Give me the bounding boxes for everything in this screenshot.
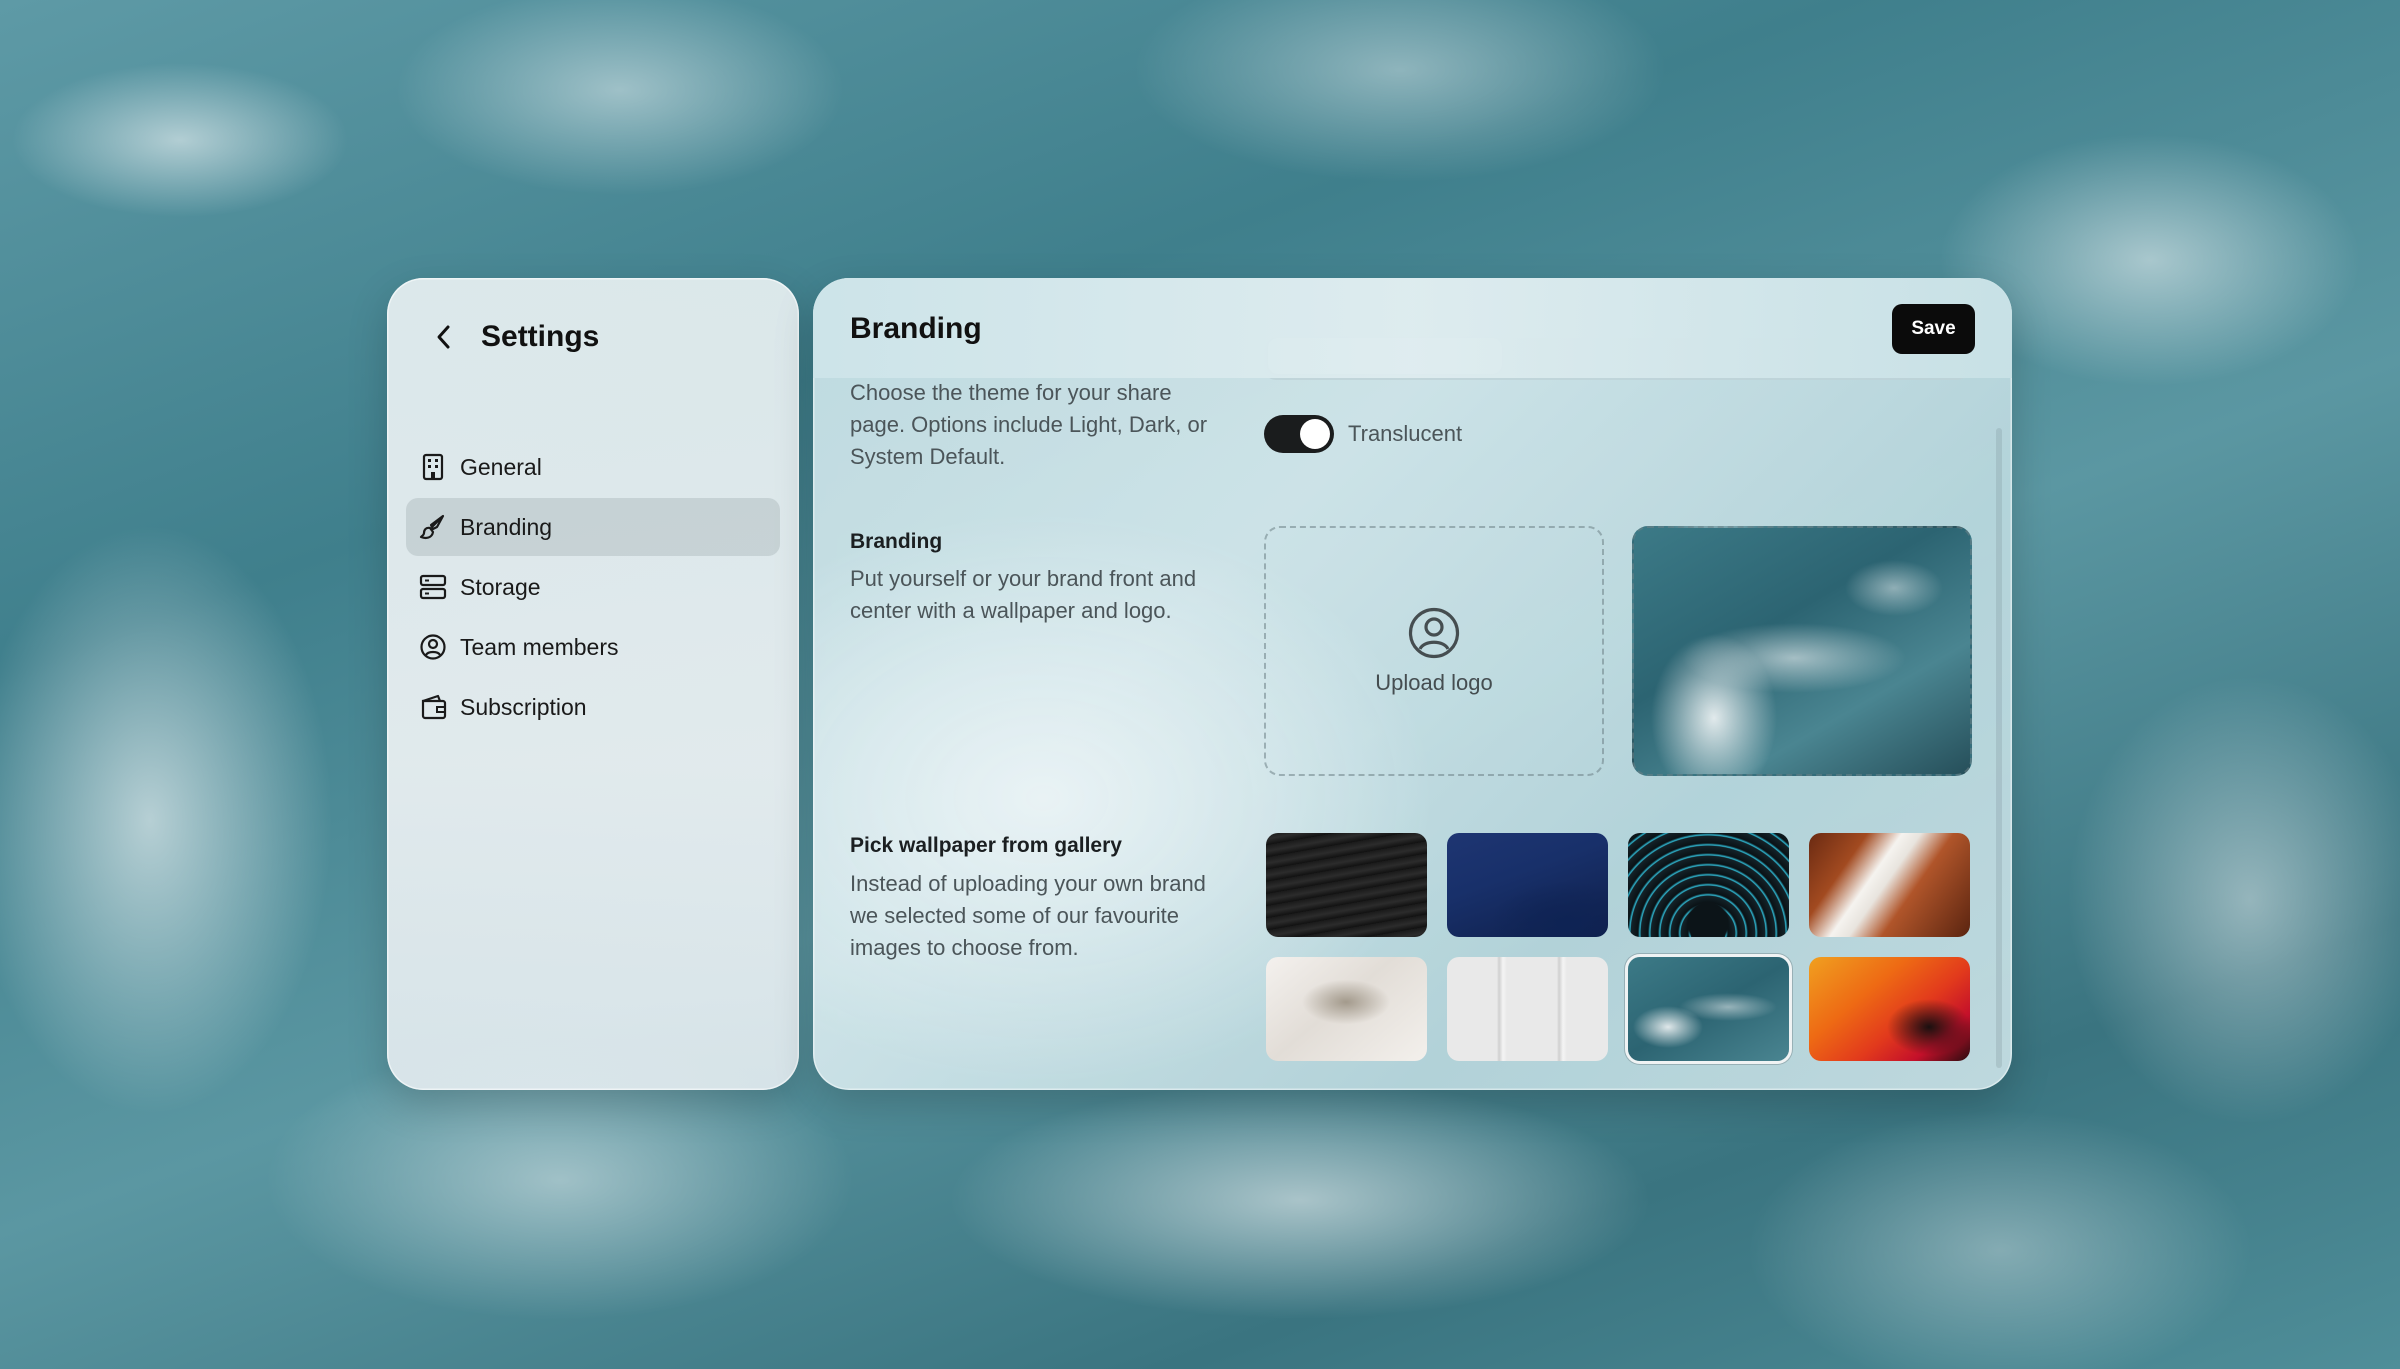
paintbrush-icon xyxy=(418,512,448,542)
user-circle-icon xyxy=(418,632,448,662)
translucent-toggle[interactable] xyxy=(1264,415,1334,453)
gallery-section-title: Pick wallpaper from gallery xyxy=(850,834,1122,857)
wallpaper-thumb-neon-tunnel[interactable] xyxy=(1628,833,1789,937)
back-button[interactable] xyxy=(423,316,465,358)
sidebar-header: Settings xyxy=(423,312,599,362)
sidebar-item-label: Subscription xyxy=(460,693,587,720)
translucent-toggle-row: Translucent xyxy=(1264,415,1462,453)
wallpaper-thumb-white-architecture[interactable] xyxy=(1447,957,1608,1061)
theme-description: Choose the theme for your share page. Op… xyxy=(850,380,1208,469)
wallpaper-thumb-dark-waves[interactable] xyxy=(1266,833,1427,937)
sidebar-item-label: Storage xyxy=(460,573,541,600)
vertical-scrollbar[interactable] xyxy=(1996,428,2002,1068)
sidebar-item-label: General xyxy=(460,453,542,480)
sidebar-item-label: Team members xyxy=(460,633,619,660)
panel-content: Choose the theme for your share page. Op… xyxy=(813,278,2012,1090)
server-icon xyxy=(418,572,448,602)
sidebar-item-general[interactable]: General xyxy=(406,438,780,496)
page-title: Branding xyxy=(850,312,982,345)
upload-logo-label: Upload logo xyxy=(1375,670,1493,695)
wallpaper-thumb-blue-dunes[interactable] xyxy=(1447,833,1608,937)
toggle-knob xyxy=(1300,419,1330,449)
sidebar-item-label: Branding xyxy=(460,513,553,540)
upload-logo-dropzone[interactable]: Upload logo xyxy=(1264,526,1604,776)
sidebar-item-team-members[interactable]: Team members xyxy=(406,618,780,676)
wallpaper-thumb-canyon[interactable] xyxy=(1809,833,1970,937)
branding-description: Put yourself or your brand front and cen… xyxy=(850,566,1197,623)
settings-nav: General Branding Storage Team members Su… xyxy=(406,438,780,738)
branding-section-title: Branding xyxy=(850,530,943,553)
wallpaper-preview[interactable] xyxy=(1632,526,1972,776)
wallpaper-thumb-ocean[interactable] xyxy=(1628,957,1789,1061)
settings-sidebar: Settings General Branding Storage Team m… xyxy=(387,278,799,1090)
sidebar-item-subscription[interactable]: Subscription xyxy=(406,678,780,736)
branding-panel: Branding Save Choose the theme for your … xyxy=(813,278,2012,1090)
wallet-icon xyxy=(418,692,448,722)
chevron-left-icon xyxy=(437,325,450,349)
panel-header: Branding Save xyxy=(813,278,2012,378)
building-icon xyxy=(418,452,448,482)
translucent-label: Translucent xyxy=(1348,421,1463,446)
sidebar-item-branding[interactable]: Branding xyxy=(406,498,780,556)
save-button[interactable]: Save xyxy=(1892,304,1975,354)
wallpaper-thumb-orange-abstract[interactable] xyxy=(1809,957,1970,1061)
sidebar-item-storage[interactable]: Storage xyxy=(406,558,780,616)
sidebar-title: Settings xyxy=(481,320,600,353)
user-circle-icon xyxy=(1408,607,1460,659)
wallpaper-thumb-white-sculpture[interactable] xyxy=(1266,957,1427,1061)
gallery-description: Instead of uploading your own brand we s… xyxy=(850,871,1206,960)
